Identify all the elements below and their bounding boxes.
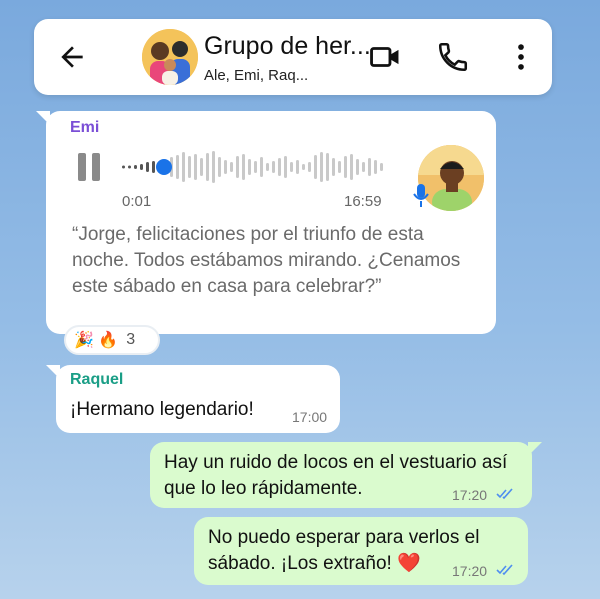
waveform-bar: [338, 161, 341, 173]
message-bubble-outgoing[interactable]: Hay un ruido de locos en el vestuario as…: [150, 442, 542, 508]
waveform-bar: [248, 159, 251, 175]
waveform-bar: [344, 156, 347, 178]
group-avatar[interactable]: [142, 29, 198, 85]
waveform-bar: [182, 152, 185, 182]
waveform-bar: [368, 158, 371, 176]
reactions-bar[interactable]: 🎉 🔥 3: [64, 325, 160, 355]
phone-icon[interactable]: [436, 40, 470, 74]
message-time: 17:20: [452, 487, 488, 503]
audio-elapsed: 0:01: [122, 193, 152, 210]
chat-title[interactable]: Grupo de her...: [204, 32, 371, 61]
waveform-bar: [350, 154, 353, 180]
playback-scrubber[interactable]: [156, 159, 172, 175]
pause-icon[interactable]: [76, 151, 102, 183]
sender-name: Raquel: [70, 371, 124, 388]
waveform-bar: [362, 162, 365, 172]
message-bubble-outgoing[interactable]: No puedo esperar para verlos el sábado. …: [194, 517, 528, 585]
microphone-icon: [413, 184, 429, 207]
waveform-bar: [260, 157, 263, 177]
waveform-bar: [224, 160, 227, 174]
waveform-bar: [254, 161, 257, 173]
waveform-bar: [230, 162, 233, 172]
waveform-bar: [290, 162, 293, 172]
waveform-bar: [152, 161, 155, 173]
waveform-bar: [302, 164, 305, 170]
waveform-bar: [218, 157, 221, 177]
waveform-bar: [332, 158, 335, 176]
waveform-bar: [356, 159, 359, 175]
waveform-bar: [134, 165, 137, 169]
waveform-bar: [278, 158, 281, 176]
waveform-bar: [380, 163, 383, 171]
waveform-bar: [176, 155, 179, 179]
reaction-emojis: 🎉 🔥: [74, 332, 119, 349]
waveform-bar: [266, 163, 269, 171]
reaction-count: 3: [126, 331, 136, 348]
waveform-bar: [200, 158, 203, 176]
waveform-bar: [314, 155, 317, 179]
voice-transcript: “Jorge, felicitaciones por el triunfo de…: [72, 224, 461, 297]
message-text: ¡Hermano legendario!: [70, 399, 254, 420]
chat-header: Grupo de her... Ale, Emi, Raq...: [34, 19, 552, 95]
message-time: 17:20: [452, 563, 488, 579]
waveform-bar: [242, 154, 245, 180]
waveform-bar: [128, 165, 131, 169]
read-receipt-icon: [496, 564, 513, 576]
waveform-bar: [146, 162, 149, 172]
read-receipt-icon: [496, 488, 513, 500]
chat-members[interactable]: Ale, Emi, Raq...: [204, 67, 308, 84]
waveform-bar: [308, 162, 311, 172]
waveform-bar: [206, 153, 209, 181]
waveform-bar: [320, 152, 323, 182]
more-vert-icon[interactable]: [504, 40, 538, 74]
waveform-bar: [140, 164, 143, 170]
video-call-icon[interactable]: [368, 40, 402, 74]
waveform-bar: [212, 151, 215, 183]
waveform-bar: [194, 154, 197, 180]
waveform-bar: [284, 156, 287, 178]
message-time: 17:00: [292, 409, 328, 425]
back-arrow-icon[interactable]: [56, 41, 88, 73]
message-time: 16:59: [344, 193, 382, 210]
waveform-bar: [188, 156, 191, 178]
audio-waveform[interactable]: [120, 147, 388, 187]
waveform-bar: [272, 161, 275, 173]
message-bubble-incoming[interactable]: Raquel ¡Hermano legendario! 17:00: [46, 365, 340, 433]
waveform-bar: [236, 156, 239, 178]
waveform-bar: [122, 165, 125, 169]
waveform-bar: [326, 153, 329, 181]
waveform-bar: [374, 160, 377, 174]
sender-name: Emi: [70, 119, 100, 136]
waveform-bar: [296, 160, 299, 174]
